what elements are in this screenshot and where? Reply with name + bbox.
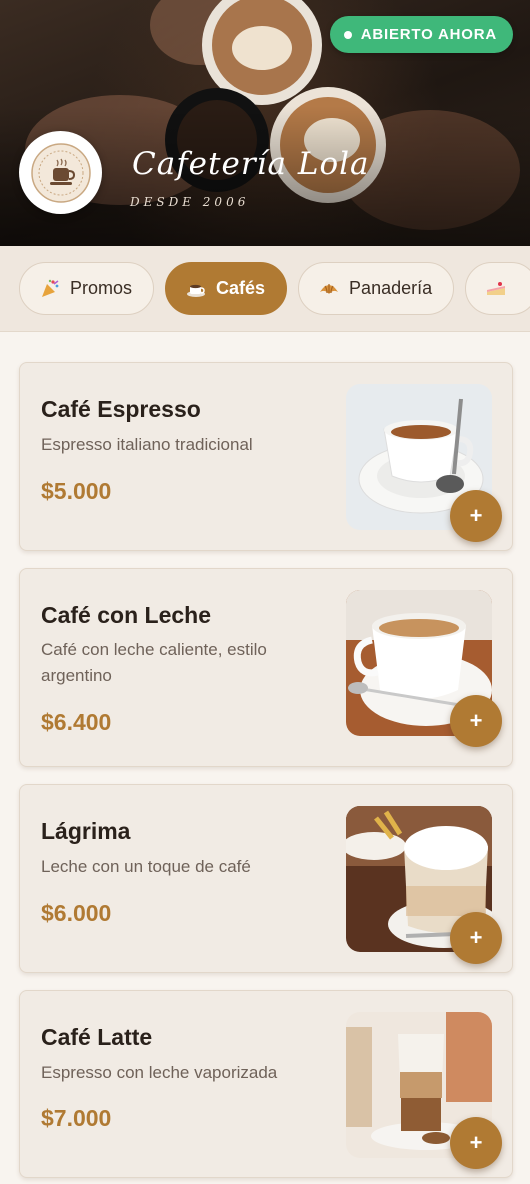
category-chip-panaderia[interactable]: Panadería <box>298 262 455 315</box>
product-name: Café con Leche <box>41 602 211 628</box>
cafe-logo-icon <box>30 142 91 203</box>
status-dot-icon <box>343 30 352 39</box>
product-card-espresso[interactable]: Café Espresso Espresso italiano tradicio… <box>19 362 513 551</box>
product-name: Lágrima <box>41 818 131 844</box>
category-chip-promos[interactable]: Promos <box>19 262 155 315</box>
add-to-cart-button[interactable]: + <box>450 912 502 964</box>
product-description: Espresso italiano tradicional <box>41 435 253 454</box>
product-name: Café Espresso <box>41 396 201 422</box>
header-banner: ABIERTO AHORA Cafetería Lola DESDE 2006 <box>0 0 530 246</box>
category-label: Cafés <box>216 278 266 298</box>
cafe-name: Cafetería Lola <box>132 146 370 182</box>
croissant-icon <box>320 283 339 294</box>
product-description: Leche con un toque de café <box>41 857 251 876</box>
add-to-cart-button[interactable]: + <box>450 490 502 542</box>
open-status-badge: ABIERTO AHORA <box>329 16 513 53</box>
category-chip-postres[interactable] <box>465 262 530 315</box>
coffee-cup-icon <box>187 284 206 297</box>
category-chip-cafes[interactable]: Cafés <box>165 262 288 315</box>
add-to-cart-button[interactable]: + <box>450 695 502 747</box>
category-bar: Promos Cafés Panadería <box>0 246 530 332</box>
cake-slice-icon <box>487 281 506 295</box>
cafe-since: DESDE 2006 <box>130 195 250 209</box>
category-label: Panadería <box>349 278 433 298</box>
product-price: $6.400 <box>41 709 112 735</box>
product-description: Café con leche caliente, estilo argentin… <box>41 640 267 685</box>
product-price: $6.000 <box>41 900 112 926</box>
product-name: Café Latte <box>41 1024 153 1050</box>
product-card-cafe-con-leche[interactable]: Café con Leche Café con leche caliente, … <box>19 568 513 767</box>
product-card-cafe-latte[interactable]: Café Latte Espresso con leche vaporizada… <box>19 990 513 1178</box>
party-popper-icon <box>42 279 59 297</box>
add-to-cart-button[interactable]: + <box>450 1117 502 1169</box>
category-label: Promos <box>70 278 133 298</box>
status-label: ABIERTO AHORA <box>360 26 497 43</box>
product-price: $7.000 <box>41 1105 112 1131</box>
product-card-lagrima[interactable]: Lágrima Leche con un toque de café $6.00… <box>19 784 513 973</box>
cafe-logo <box>19 131 102 214</box>
product-price: $5.000 <box>41 478 112 504</box>
product-description: Espresso con leche vaporizada <box>41 1063 278 1082</box>
